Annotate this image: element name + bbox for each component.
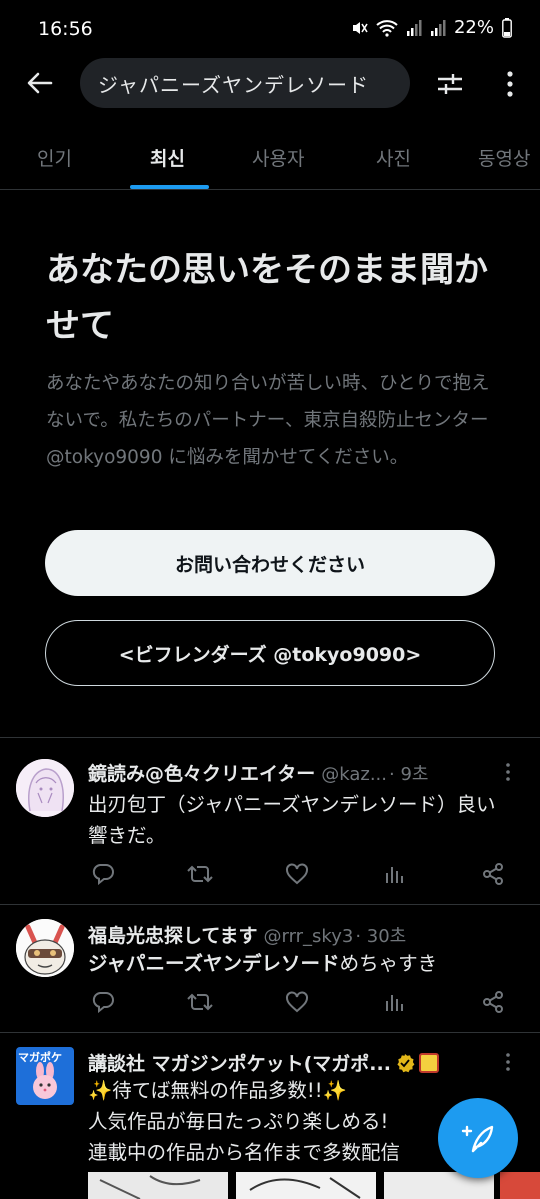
author-name[interactable]: 講談社 マガジンポケット(マガポ... xyxy=(88,1049,391,1076)
tweet-more-button[interactable] xyxy=(498,760,518,784)
status-icons: 22% xyxy=(350,17,512,38)
wifi-icon xyxy=(376,19,398,37)
share-icon xyxy=(483,991,503,1013)
avatar[interactable] xyxy=(16,759,74,817)
more-vertical-icon xyxy=(506,1053,510,1071)
tab-photos[interactable]: 사진 xyxy=(376,144,411,171)
more-options-button[interactable] xyxy=(490,64,530,104)
back-button[interactable] xyxy=(20,66,60,100)
affiliate-badge-icon xyxy=(418,1052,439,1073)
share-icon xyxy=(483,863,503,885)
befrienders-link-button[interactable]: <ビフレンダーズ @tokyo9090> xyxy=(45,620,495,686)
search-header: ジャパニーズヤンデレソード xyxy=(0,58,540,108)
tweet-header: 講談社 マガジンポケット(マガポ... xyxy=(88,1049,500,1076)
reply-button[interactable] xyxy=(88,859,118,889)
tweet-text: ジャパニーズヤンデレソードめちゃすき xyxy=(88,948,508,979)
tweet-text: 出刃包丁（ジャパニーズヤンデレソード）良い響きだ。 xyxy=(88,793,496,847)
battery-icon xyxy=(502,17,512,38)
compose-button[interactable] xyxy=(438,1098,518,1178)
reply-icon xyxy=(92,992,114,1013)
tweet-media-preview[interactable] xyxy=(0,1170,540,1199)
search-input[interactable]: ジャパニーズヤンデレソード xyxy=(80,58,410,108)
signal-icon xyxy=(406,19,422,36)
tab-people[interactable]: 사용자 xyxy=(252,144,304,171)
verified-icon xyxy=(397,1053,415,1072)
tab-videos[interactable]: 동영상 xyxy=(478,144,530,171)
tab-latest[interactable]: 최신 xyxy=(150,144,185,171)
mute-icon xyxy=(352,21,368,34)
search-query: ジャパニーズヤンデレソード xyxy=(98,72,369,97)
retweet-icon xyxy=(187,865,213,883)
tweet-actions xyxy=(88,859,508,891)
tweet-header: 福島光忠探してます @rrr_sky3 · 30초 xyxy=(88,921,500,948)
views-button[interactable] xyxy=(380,987,410,1017)
tweet[interactable]: 福島光忠探してます @rrr_sky3 · 30초 ジャパニーズヤンデレソードめ… xyxy=(0,905,540,1033)
tweet-header: 鏡読み@色々クリエイター @kaz... · 9초 xyxy=(88,759,500,786)
signal-icon-2 xyxy=(430,19,446,36)
avatar[interactable]: マガポケ xyxy=(16,1047,74,1105)
tweet-actions xyxy=(88,987,508,1019)
like-button[interactable] xyxy=(282,859,312,889)
tweet[interactable]: 鏡読み@色々クリエイター @kaz... · 9초 出刃包丁（ジャパニーズヤンデ… xyxy=(0,739,540,905)
author-handle[interactable]: @kaz... xyxy=(321,764,387,785)
support-notice: あなたの思いをそのまま聞かせて あなたやあなたの知り合いが苦しい時、ひとりで抱え… xyxy=(0,190,540,738)
like-icon xyxy=(286,863,308,885)
author-name[interactable]: 福島光忠探してます xyxy=(88,921,257,948)
search-tabs: 인기 최신 사용자 사진 동영상 xyxy=(0,128,540,190)
notice-body: あなたやあなたの知り合いが苦しい時、ひとりで抱えないで。私たちのパートナー、東京… xyxy=(46,373,490,468)
status-bar: 16:56 22% xyxy=(0,0,540,60)
views-icon xyxy=(386,867,403,883)
search-filter-button[interactable] xyxy=(430,64,470,104)
tweet-more-button[interactable] xyxy=(498,1050,518,1074)
contact-button[interactable]: お問い合わせください xyxy=(45,530,495,596)
views-button[interactable] xyxy=(380,859,410,889)
battery-percent: 22% xyxy=(453,17,494,38)
tweet-text-line: ✨待てば無料の作品多数!!✨ xyxy=(88,1079,347,1102)
retweet-icon xyxy=(187,993,213,1011)
compose-icon xyxy=(461,1125,494,1153)
filter-icon xyxy=(438,74,462,94)
tweet-time: · 30초 xyxy=(355,926,407,947)
tweet-text-highlight: ジャパニーズヤンデレソード xyxy=(88,952,340,975)
views-icon xyxy=(386,995,403,1011)
share-button[interactable] xyxy=(478,987,508,1017)
share-button[interactable] xyxy=(478,859,508,889)
avatar[interactable] xyxy=(16,919,74,977)
tweet-time: · 9초 xyxy=(389,764,429,785)
status-time: 16:56 xyxy=(38,18,93,40)
retweet-button[interactable] xyxy=(185,987,215,1017)
avatar-image xyxy=(16,919,74,977)
retweet-button[interactable] xyxy=(185,859,215,889)
tab-top[interactable]: 인기 xyxy=(37,144,72,171)
back-arrow-icon xyxy=(27,72,53,94)
more-vertical-icon xyxy=(507,71,513,97)
reply-icon xyxy=(92,864,114,885)
like-icon xyxy=(286,991,308,1013)
notice-title: あなたの思いをそのまま聞かせて xyxy=(46,250,488,346)
active-tab-indicator xyxy=(130,185,209,189)
media-thumbnails-image xyxy=(0,1170,540,1199)
author-handle[interactable]: @rrr_sky3 xyxy=(263,926,353,947)
mascot-rabbit-image xyxy=(33,1062,57,1099)
author-name[interactable]: 鏡読み@色々クリエイター xyxy=(88,759,315,786)
more-vertical-icon xyxy=(506,763,510,781)
avatar-image xyxy=(16,759,74,817)
reply-button[interactable] xyxy=(88,987,118,1017)
tweet-text-rest: めちゃすき xyxy=(339,952,438,975)
like-button[interactable] xyxy=(282,987,312,1017)
